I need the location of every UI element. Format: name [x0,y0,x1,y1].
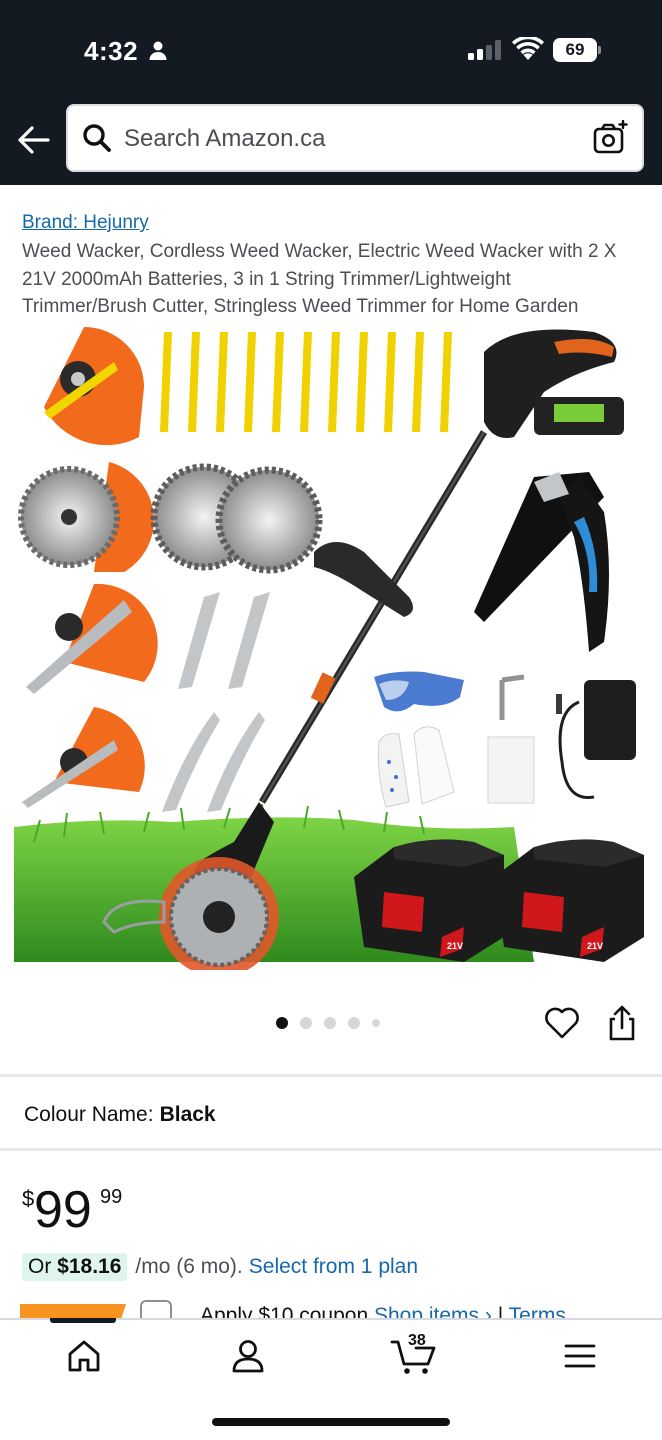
product-title: Weed Wacker, Cordless Weed Wacker, Elect… [22,241,617,317]
divider [0,1074,662,1077]
cart-count-badge: 38 [408,1332,426,1349]
heart-icon[interactable] [544,1006,580,1040]
monthly-plan: Or $18.16 /mo (6 mo). Select from 1 plan [22,1252,418,1282]
share-icon[interactable] [606,1004,638,1042]
monthly-plan-pill: Or $18.16 [22,1253,128,1281]
search-placeholder: Search Amazon.ca [124,125,326,152]
camera-search-icon[interactable] [592,120,628,156]
status-time: 4:32 [84,36,139,66]
folding-saw [474,472,609,652]
brand-link[interactable]: Brand: Hejunry [22,212,149,234]
home-icon[interactable] [64,1336,104,1376]
carousel-dot-4[interactable] [348,1017,360,1029]
price-currency: $ [22,1186,35,1211]
image-carousel-dots[interactable] [276,1016,380,1030]
divider [0,1148,662,1151]
metal-blade-guard-2 [22,707,145,808]
cart-button[interactable]: 38 [390,1332,438,1376]
metal-blade-guard-1 [26,583,158,694]
safety-goggles [374,671,464,712]
battery-indicator: 69 [553,38,601,62]
battery-level: 69 [553,38,597,62]
search-icon [83,124,111,152]
search-input[interactable]: Search Amazon.ca [66,104,644,172]
hex-wrench [499,674,525,720]
nav-active-indicator [50,1318,116,1323]
battery-voltage-label-1: 21V [447,941,463,951]
plan-terms: /mo (6 mo). [135,1255,243,1278]
colour-value: Black [159,1103,216,1126]
app-header: 4:32 69 Search Amazon.ca [0,0,662,185]
battery-voltage-label-2: 21V [587,941,603,951]
plan-monthly-amount: $18.16 [57,1255,122,1278]
menu-icon[interactable] [560,1336,600,1376]
saw-blade-guard [18,462,154,572]
carousel-dot-2[interactable] [300,1017,312,1029]
carousel-dot-1[interactable] [276,1017,288,1029]
wifi-icon [512,37,544,60]
product-image[interactable]: 21V 21V [14,322,650,970]
price-whole: 99 [34,1181,92,1239]
gloves [377,726,455,808]
price-fraction: 99 [100,1186,123,1208]
signal-icon [468,40,501,60]
carousel-dot-3[interactable] [324,1017,336,1029]
plan-prefix: Or [28,1255,52,1278]
charger [556,680,636,800]
person-icon [149,41,167,60]
back-arrow-icon[interactable] [16,124,50,156]
metal-blades-pair-1 [178,592,270,689]
manual [487,736,535,804]
colour-selector[interactable]: Colour Name: Black [24,1103,216,1127]
colour-label: Colour Name: [24,1103,154,1126]
saw-blade-2 [215,466,323,574]
select-plan-link[interactable]: Select from 1 plan [249,1255,418,1279]
account-icon[interactable] [228,1336,268,1376]
home-indicator [212,1418,450,1426]
metal-blades-pair-2 [162,712,265,812]
carousel-dot-5[interactable] [372,1019,380,1027]
guard-yellow-blade [44,327,144,446]
yellow-plastic-blades [160,332,452,432]
